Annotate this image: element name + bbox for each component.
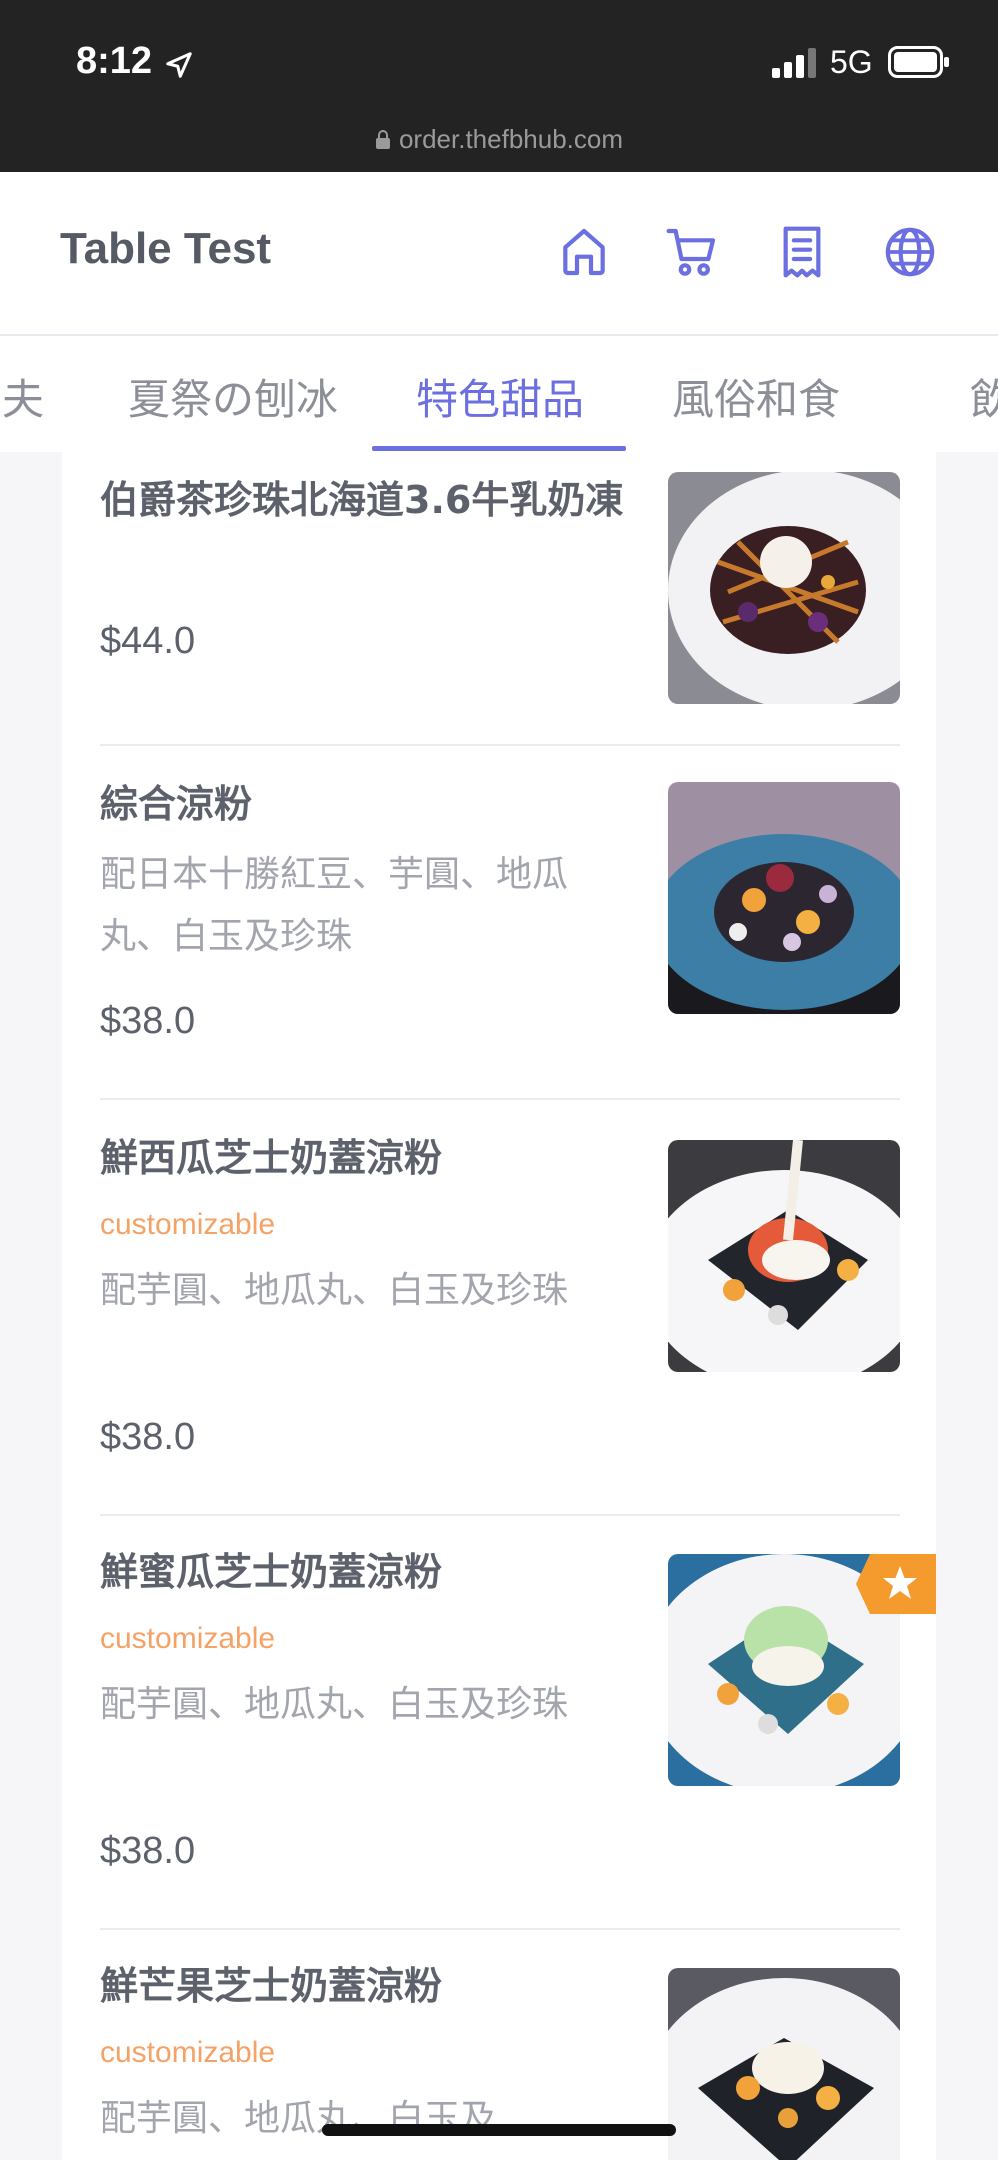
tab-specialty-desserts[interactable]: 特色甜品 [416,366,584,427]
network-type: 5G [830,44,873,80]
tab-summer-shaved-ice[interactable]: 夏祭の刨冰 [128,366,338,427]
cart-icon[interactable] [664,224,720,280]
item-name: 鮮蜜瓜芝士奶蓋涼粉 [100,1550,443,1594]
item-name: 鮮芒果芝士奶蓋涼粉 [100,1964,443,2008]
item-price: $38.0 [100,1416,196,1458]
item-description: 配芋圓、地瓜丸、白玉及 [100,2098,497,2139]
url-bar[interactable]: order.thefbhub.com [0,124,998,155]
item-name: 伯爵茶珍珠北海道3.6牛乳奶凍 [100,478,624,522]
item-photo [668,782,900,1014]
globe-icon[interactable] [882,224,938,280]
lock-icon [375,126,391,149]
tab-category-partial-left[interactable]: 夫 [2,366,44,427]
item-price: $44.0 [100,620,196,662]
featured-star-icon [856,1554,936,1614]
item-description: 配日本十勝紅豆、芋圓、地瓜丸、白玉及珍珠 [100,854,569,957]
item-price: $38.0 [100,1830,196,1872]
item-name: 鮮西瓜芝士奶蓋涼粉 [100,1136,443,1180]
home-indicator [322,2124,676,2136]
status-time: 8:12 [76,40,153,82]
receipt-icon[interactable] [774,224,830,280]
location-arrow-icon [164,50,194,80]
page-title: Table Test [60,224,272,273]
item-photo [668,472,900,704]
customizable-tag: customizable [100,1208,276,1241]
tab-drinks-partial-right[interactable]: 飲 [970,366,998,427]
tab-japanese-food[interactable]: 風俗和食 [672,366,840,427]
app-header: Table Test [0,172,998,336]
item-price: $38.0 [100,1000,196,1042]
menu-item[interactable]: 鮮蜜瓜芝士奶蓋涼粉 customizable 配芋圓、地瓜丸、白玉及珍珠 $38… [62,1516,936,1926]
item-photo [668,1140,900,1372]
status-bar: 8:12 5G order.thefbhub.com [0,0,998,172]
home-icon[interactable] [556,224,612,280]
customizable-tag: customizable [100,1622,276,1655]
item-photo [668,1968,900,2160]
battery-icon [888,46,950,78]
category-tabs: 夫 夏祭の刨冰 特色甜品 風俗和食 飲 [0,336,998,452]
item-description: 配芋圓、地瓜丸、白玉及珍珠 [100,1684,569,1725]
active-tab-indicator [372,446,626,451]
item-name: 綜合涼粉 [100,782,253,826]
menu-item[interactable]: 伯爵茶珍珠北海道3.6牛乳奶凍 $44.0 [62,452,936,744]
menu-list: 伯爵茶珍珠北海道3.6牛乳奶凍 $44.0 綜合涼粉 配日本十勝紅豆、芋圓、地瓜… [62,452,936,2160]
signal-icon [772,48,818,78]
menu-item[interactable]: 鮮西瓜芝士奶蓋涼粉 customizable 配芋圓、地瓜丸、白玉及珍珠 $38… [62,1100,936,1510]
url-text: order.thefbhub.com [398,124,624,154]
item-description: 配芋圓、地瓜丸、白玉及珍珠 [100,1270,569,1311]
customizable-tag: customizable [100,2036,276,2069]
menu-item[interactable]: 綜合涼粉 配日本十勝紅豆、芋圓、地瓜丸、白玉及珍珠 $38.0 [62,746,936,1098]
